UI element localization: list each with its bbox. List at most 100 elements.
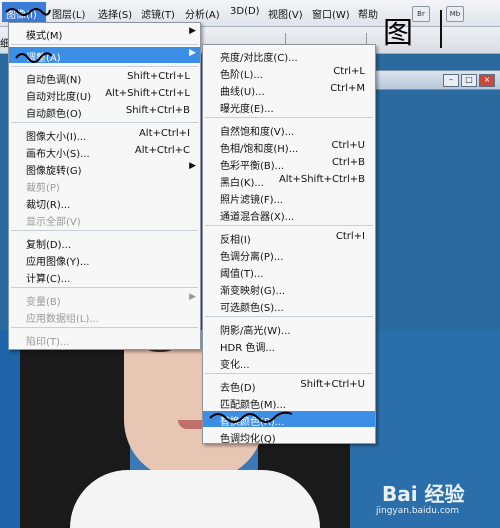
menu-item-calculations[interactable]: 计算(C)... [9,268,200,285]
menu-item-vibrance[interactable]: 自然饱和度(V)... [203,121,375,138]
menu-item-auto-contrast[interactable]: 自动对比度(U) Alt+Shift+Ctrl+L [9,86,200,103]
menu-item-shadows-highlights[interactable]: 阴影/高光(W)... [203,320,375,337]
menu-item-label: 渐变映射(G)... [220,286,286,297]
menu-item-invert[interactable]: 反相(I) Ctrl+I [203,229,375,246]
menu-separator [11,66,198,67]
menu-item-levels[interactable]: 色阶(L)... Ctrl+L [203,64,375,81]
menu-item-shortcut: Alt+Ctrl+C [134,145,190,156]
menu-item-black-white[interactable]: 黑白(K)... Alt+Shift+Ctrl+B [203,172,375,189]
menu-layer[interactable]: 图层(L) [52,6,85,21]
menu-item-duplicate[interactable]: 复制(D)... [9,234,200,251]
menu-item-shortcut: Alt+Ctrl+I [138,128,190,139]
menu-item-label: 应用数据组(L)... [26,314,99,325]
menu-item-desaturate[interactable]: 去色(D) Shift+Ctrl+U [203,377,375,394]
menu-item-shortcut: Ctrl+B [331,157,365,168]
menu-item-threshold[interactable]: 阈值(T)... [203,263,375,280]
menu-item-shortcut: Shift+Ctrl+L [127,71,190,82]
menu-item-label: 陷印(T)... [26,337,70,348]
menu-item-label: 照片滤镜(F)... [220,195,284,206]
menu-item-label: 变化... [220,360,250,371]
menu-item-label: 裁切(R)... [26,200,71,211]
menu-item-posterize[interactable]: 色调分离(P)... [203,246,375,263]
menu-item-exposure[interactable]: 曝光度(E)... [203,98,375,115]
menu-item-label: 显示全部(V) [26,217,81,228]
menu-view[interactable]: 视图(V) [268,6,303,21]
menu-item-image-size[interactable]: 图像大小(I)... Alt+Ctrl+I [9,126,200,143]
menu-item-variations[interactable]: 变化... [203,354,375,371]
annotation-char: 图 [383,16,413,51]
menu-item-equalize[interactable]: 色调均化(Q) [203,428,375,445]
menu-item-label: 模式(M) [26,31,63,42]
menu-item-label: 图像大小(I)... [26,132,87,143]
menu-item-label: 阈值(T)... [220,269,264,280]
menu-item-label: 黑白(K)... [220,178,264,189]
maximize-icon[interactable]: □ [461,74,477,87]
watermark-brand: Bai 经验 [382,482,465,506]
menu-item-label: 曝光度(E)... [220,104,274,115]
menu-item-label: 自动颜色(O) [26,109,82,120]
menu-item-label: 画布大小(S)... [26,149,90,160]
menu-item-label: 通道混合器(X)... [220,212,295,223]
menu-item-auto-color[interactable]: 自动颜色(O) Shift+Ctrl+B [9,103,200,120]
menu-item-label: HDR 色调... [220,343,275,354]
menu-window[interactable]: 窗口(W) [312,6,350,21]
menu-item-curves[interactable]: 曲线(U)... Ctrl+M [203,81,375,98]
submenu-arrow-icon: ▶ [189,26,196,36]
menu-item-shortcut: Shift+Ctrl+B [125,105,190,116]
menu-item-mode[interactable]: 模式(M) ▶ [9,25,200,42]
menu-item-shortcut: Alt+Shift+Ctrl+B [278,174,365,185]
annotation-line [440,10,442,48]
menu-item-reveal-all: 显示全部(V) [9,211,200,228]
menu-item-hdr-toning[interactable]: HDR 色调... [203,337,375,354]
minimize-icon[interactable]: – [443,74,459,87]
menu-item-hue-saturation[interactable]: 色相/饱和度(H)... Ctrl+U [203,138,375,155]
shirt-collar [70,470,320,528]
menu-item-canvas-size[interactable]: 画布大小(S)... Alt+Ctrl+C [9,143,200,160]
menu-analysis[interactable]: 分析(A) [185,6,220,21]
menu-item-label: 变量(B) [26,297,61,308]
menu-item-label: 可选颜色(S)... [220,303,284,314]
menu-item-crop: 裁剪(P) [9,177,200,194]
menu-separator [205,373,373,374]
menu-item-label: 计算(C)... [26,274,71,285]
menu-item-shortcut: Ctrl+U [331,140,366,151]
menu-item-auto-tone[interactable]: 自动色调(N) Shift+Ctrl+L [9,69,200,86]
menu-separator [11,44,198,45]
menu-item-label: 复制(D)... [26,240,72,251]
menu-item-label: 自动对比度(U) [26,92,92,103]
menu-item-image-rotation[interactable]: 图像旋转(G) ▶ [9,160,200,177]
watermark-url: jingyan.baidu.com [376,506,460,516]
menu-item-photo-filter[interactable]: 照片滤镜(F)... [203,189,375,206]
menu-item-gradient-map[interactable]: 渐变映射(G)... [203,280,375,297]
menu-item-selective-color[interactable]: 可选颜色(S)... [203,297,375,314]
menu-item-shortcut: Ctrl+L [333,66,365,77]
menu-select[interactable]: 选择(S) [98,6,132,21]
menu-item-apply-image[interactable]: 应用图像(Y)... [9,251,200,268]
menu-item-label: 图像旋转(G) [26,166,82,177]
menu-item-shortcut: Alt+Shift+Ctrl+L [105,88,190,99]
menu-item-brightness-contrast[interactable]: 亮度/对比度(C)... [203,47,375,64]
submenu-arrow-icon: ▶ [189,292,196,302]
adjustments-submenu: 亮度/对比度(C)... 色阶(L)... Ctrl+L 曲线(U)... Ctrl… [202,44,376,445]
menu-item-label: 阴影/高光(W)... [220,326,291,337]
menu-filter[interactable]: 滤镜(T) [141,6,175,21]
minibridge-button[interactable]: Mb [446,6,464,22]
annotation-squiggle-menu [5,8,51,16]
menu-separator [205,316,373,317]
menu-item-channel-mixer[interactable]: 通道混合器(X)... [203,206,375,223]
close-icon[interactable]: × [479,74,495,87]
image-menu-dropdown: 模式(M) ▶ 调整(A) ▶ 自动色调(N) Shift+Ctrl+L 自动对比度(… [8,22,201,350]
menu-3d[interactable]: 3D(D) [230,6,260,17]
menu-item-variables: 变量(B) ▶ [9,291,200,308]
annotation-squiggle-replace [209,411,293,423]
bridge-button[interactable]: Br [412,6,430,22]
menu-item-label: 去色(D) [220,383,256,394]
menu-item-color-balance[interactable]: 色彩平衡(B)... Ctrl+B [203,155,375,172]
menu-item-label: 亮度/对比度(C)... [220,53,298,64]
menu-help[interactable]: 帮助 [358,6,378,21]
menu-item-label: 自动色调(N) [26,75,82,86]
menu-separator [205,225,373,226]
menu-separator [11,287,198,288]
menu-item-trim[interactable]: 裁切(R)... [9,194,200,211]
menu-item-label: 裁剪(P) [26,183,60,194]
